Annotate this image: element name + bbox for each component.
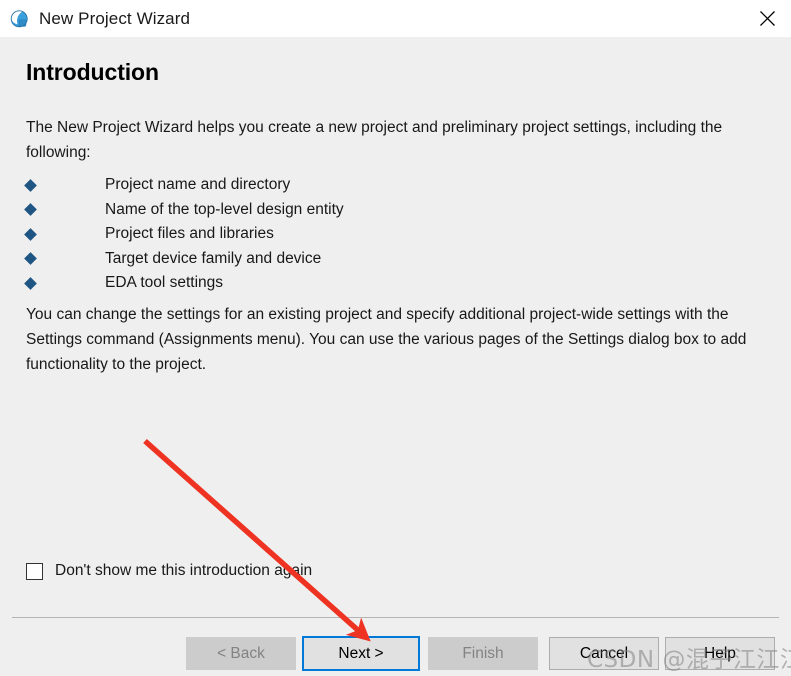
back-button[interactable]: < Back <box>186 637 296 670</box>
feature-list: Project name and directory Name of the t… <box>24 173 344 296</box>
settings-paragraph: You can change the settings for an exist… <box>26 306 747 373</box>
list-item: Name of the top-level design entity <box>24 198 344 223</box>
window-title: New Project Wizard <box>39 8 191 28</box>
list-item-label: Name of the top-level design entity <box>105 200 344 218</box>
list-item: EDA tool settings <box>24 271 344 296</box>
finish-button[interactable]: Finish <box>428 637 538 670</box>
diamond-bullet-icon <box>24 178 37 192</box>
intro-paragraph: The New Project Wizard helps you create … <box>26 119 723 161</box>
dont-show-again-checkbox[interactable] <box>26 562 43 580</box>
dont-show-again-label: Don't show me this introduction again <box>55 562 313 579</box>
page-title: Introduction <box>26 59 159 85</box>
cancel-button[interactable]: Cancel <box>549 637 659 670</box>
diamond-bullet-icon <box>24 227 37 241</box>
diamond-bullet-icon <box>24 276 37 290</box>
diamond-bullet-icon <box>24 203 37 217</box>
dialog-body: Introduction The New Project Wizard help… <box>0 37 791 676</box>
close-icon <box>759 11 775 26</box>
list-item-label: Project name and directory <box>105 176 291 194</box>
list-item: Target device family and device <box>24 247 344 272</box>
list-item: Project name and directory <box>24 173 344 198</box>
globe-icon <box>10 9 28 27</box>
window-titlebar: New Project Wizard <box>0 0 791 37</box>
list-item-label: EDA tool settings <box>105 274 224 292</box>
footer-separator <box>12 617 779 618</box>
close-button[interactable] <box>743 0 791 37</box>
dont-show-again-row[interactable]: Don't show me this introduction again <box>26 562 312 580</box>
diamond-bullet-icon <box>24 252 37 266</box>
list-item-label: Target device family and device <box>105 249 322 267</box>
next-button[interactable]: Next > <box>302 636 420 671</box>
list-item-label: Project files and libraries <box>105 225 274 243</box>
help-button[interactable]: Help <box>665 637 775 670</box>
list-item: Project files and libraries <box>24 222 344 247</box>
